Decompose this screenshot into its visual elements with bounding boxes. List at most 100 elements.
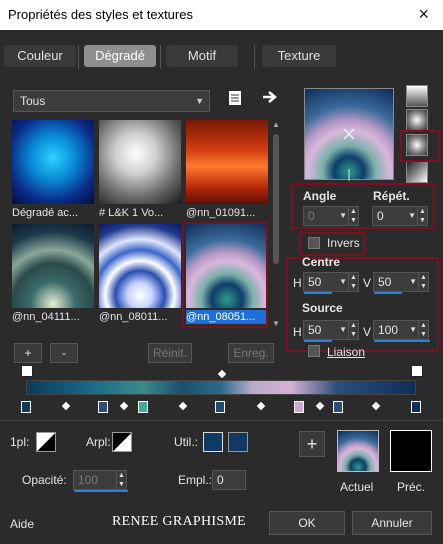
color-midpoint[interactable]: [315, 401, 325, 411]
gradient-preview-large[interactable]: [304, 88, 394, 181]
chevron-down-icon[interactable]: ▼: [272, 319, 280, 328]
add-swatch-button[interactable]: +: [299, 431, 325, 457]
tab-bar: Couleur Dégradé Motif Texture: [0, 45, 443, 69]
gradient-preview: [186, 120, 268, 204]
center-v-input[interactable]: 50 ▼ ▲ ▼: [373, 272, 429, 294]
gradient-thumb[interactable]: @nn_04111...: [12, 224, 94, 324]
scrollbar-thumb[interactable]: [273, 134, 279, 264]
sunburst-style-button[interactable]: [406, 161, 428, 183]
chevron-down-icon[interactable]: ▼: [339, 273, 347, 291]
gradient-thumb-label: Dégradé ac...: [12, 207, 79, 219]
color-midpoint[interactable]: [178, 401, 188, 411]
opacity-midpoint[interactable]: [217, 369, 227, 379]
opacity-stop-end[interactable]: [411, 365, 423, 377]
reset-button[interactable]: Réinit.: [148, 343, 192, 363]
tab-texture[interactable]: Texture: [262, 45, 336, 67]
user-color-swatch[interactable]: [228, 432, 248, 452]
tab-motif[interactable]: Motif: [166, 45, 238, 67]
util-label: Util.:: [174, 435, 198, 449]
gradient-thumb[interactable]: @nn_08011...: [99, 224, 181, 324]
gradient-thumb-label: @nn_01091...: [186, 207, 256, 219]
spinner-icon[interactable]: ▲ ▼: [116, 471, 126, 489]
color-stop[interactable]: [98, 401, 108, 413]
color-stop[interactable]: [294, 401, 304, 413]
spinner-icon[interactable]: ▲ ▼: [418, 321, 428, 339]
repeat-input[interactable]: 0 ▼ ▲ ▼: [372, 206, 428, 226]
close-icon[interactable]: ×: [418, 4, 429, 25]
tab-degrade[interactable]: Dégradé: [84, 45, 156, 67]
previous-swatch[interactable]: [390, 430, 432, 472]
spinner-icon[interactable]: ▲ ▼: [348, 207, 358, 225]
color-stop[interactable]: [411, 401, 421, 413]
source-v-input[interactable]: 100 ▼ ▲ ▼: [373, 320, 430, 342]
center-h-slider[interactable]: [304, 292, 332, 294]
opacity-stop-start[interactable]: [21, 365, 33, 377]
current-swatch[interactable]: [337, 430, 379, 472]
cancel-button[interactable]: Annuler: [352, 511, 432, 535]
color-midpoint[interactable]: [61, 401, 71, 411]
color-stop[interactable]: [215, 401, 225, 413]
background-stop-swatch[interactable]: [112, 432, 132, 452]
chevron-down-icon: ▼: [195, 96, 204, 106]
center-v-slider[interactable]: [374, 292, 402, 294]
invert-checkbox[interactable]: [308, 237, 320, 249]
save-button[interactable]: Enreg.: [228, 343, 274, 363]
tab-divider: [254, 45, 255, 69]
spinner-icon[interactable]: ▲ ▼: [348, 321, 358, 339]
center-v-value: 50: [378, 275, 392, 289]
chevron-down-icon[interactable]: ▼: [339, 321, 347, 339]
ok-button[interactable]: OK: [269, 511, 345, 535]
chevron-down-icon[interactable]: ▼: [408, 207, 416, 225]
angle-label: Angle: [303, 189, 337, 203]
chevron-down-icon[interactable]: ▼: [409, 321, 417, 339]
chevron-down-icon[interactable]: ▼: [409, 273, 417, 291]
gradient-thumb[interactable]: @nn_01091...: [186, 120, 268, 220]
gradient-thumb[interactable]: # L&K 1 Vo...: [99, 120, 181, 220]
source-v-slider[interactable]: [374, 340, 430, 342]
angle-input[interactable]: 0 ▼ ▲ ▼: [303, 206, 359, 226]
angle-value: 0: [308, 209, 315, 223]
center-h-input[interactable]: 50 ▼ ▲ ▼: [303, 272, 359, 294]
spinner-icon[interactable]: ▲ ▼: [348, 273, 358, 291]
source-h-slider[interactable]: [304, 340, 332, 342]
window-title: Propriétés des styles et textures: [8, 7, 193, 22]
link-checkbox[interactable]: [308, 345, 320, 357]
category-dropdown[interactable]: Tous ▼: [13, 90, 210, 112]
chevron-up-icon[interactable]: ▲: [272, 120, 280, 129]
library-scrollbar[interactable]: ▲ ▼: [271, 120, 281, 328]
source-h-input[interactable]: 50 ▼ ▲ ▼: [303, 320, 359, 342]
color-midpoint[interactable]: [256, 401, 266, 411]
gradient-bar[interactable]: [26, 380, 416, 395]
arrow-right-icon[interactable]: [262, 90, 278, 107]
remove-gradient-button[interactable]: -: [50, 343, 78, 363]
center-h-label: H: [293, 276, 302, 290]
document-icon[interactable]: [228, 90, 242, 109]
rectangular-style-button[interactable]: [406, 109, 428, 131]
linear-style-button[interactable]: [406, 85, 428, 107]
chevron-down-icon[interactable]: ▼: [339, 207, 347, 225]
source-label: Source: [302, 301, 343, 315]
user-color-swatch[interactable]: [203, 432, 223, 452]
opacity-label: Opacité:: [22, 473, 67, 487]
current-label: Actuel: [340, 480, 374, 494]
add-gradient-button[interactable]: +: [14, 343, 42, 363]
spinner-icon[interactable]: ▲ ▼: [417, 207, 427, 225]
location-input[interactable]: 0: [212, 470, 246, 490]
tab-couleur[interactable]: Couleur: [4, 45, 76, 67]
foreground-stop-swatch[interactable]: [36, 432, 56, 452]
empl-label: Empl.:: [178, 473, 213, 487]
opacity-slider[interactable]: [74, 490, 128, 492]
help-link[interactable]: Aide: [10, 517, 34, 531]
tab-divider: [78, 45, 79, 69]
source-h-value: 50: [308, 323, 322, 337]
opacity-input[interactable]: 100 ▲ ▼: [73, 470, 128, 492]
gradient-thumb[interactable]: Dégradé ac...: [12, 120, 94, 220]
color-stop[interactable]: [333, 401, 343, 413]
color-midpoint[interactable]: [119, 401, 129, 411]
center-label: Centre: [302, 255, 341, 269]
color-stop[interactable]: [138, 401, 148, 413]
color-midpoint[interactable]: [371, 401, 381, 411]
spinner-icon[interactable]: ▲ ▼: [418, 273, 428, 291]
color-stop[interactable]: [21, 401, 31, 413]
arpl-label: Arpl:: [86, 435, 111, 449]
